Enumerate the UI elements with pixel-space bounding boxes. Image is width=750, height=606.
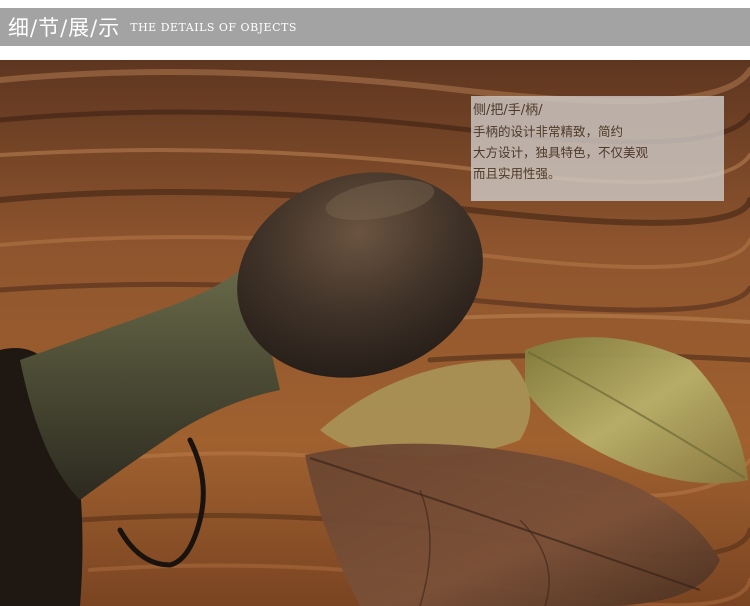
handle-caption-box: 侧/把/手/柄/ 手柄的设计非常精致，简约 大方设计，独具特色，不仅美观 而且实… [471,96,724,201]
caption-line: 大方设计，独具特色，不仅美观 [473,145,649,160]
section-title-en: THE DETAILS OF OBJECTS [130,20,297,34]
caption-title: 侧/把/手/柄/ [473,103,543,118]
caption-line: 而且实用性强。 [473,166,561,181]
section-header-bar: 细/节/展/示 THE DETAILS OF OBJECTS [0,8,750,46]
section-title-cn: 细/节/展/示 [8,16,121,40]
caption-line: 手柄的设计非常精致，简约 [473,124,624,139]
detail-page: 细/节/展/示 THE DETAILS OF OBJECTS 侧/把/手/柄/ … [0,0,750,606]
